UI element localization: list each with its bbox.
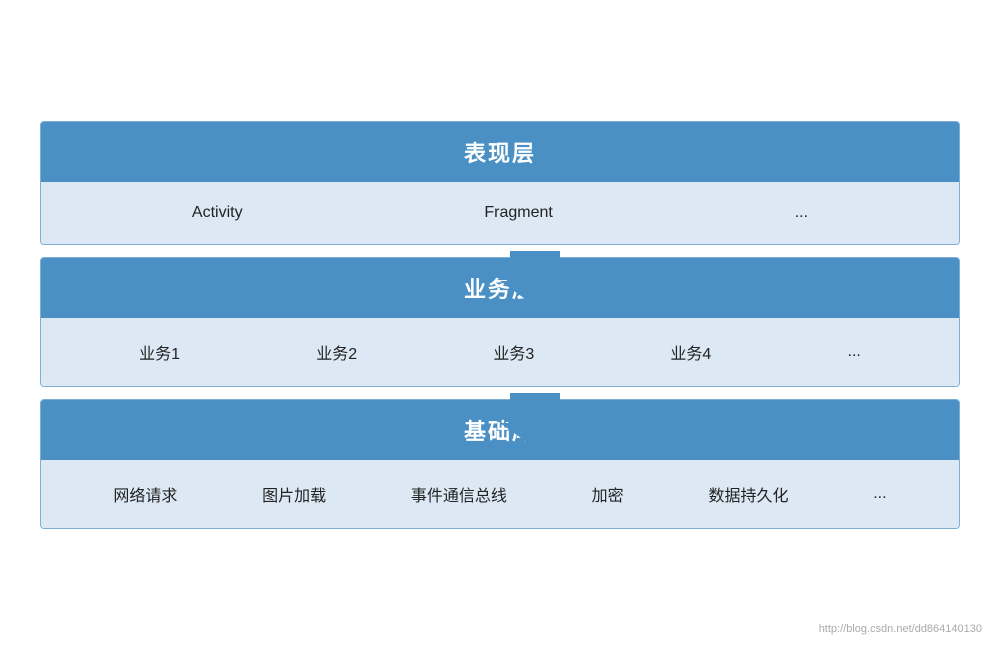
page-wrapper: 表现层 Activity Fragment ... 业务层 业务1 业务2 业务… (0, 0, 1000, 649)
diagram-container: 表现层 Activity Fragment ... 业务层 业务1 业务2 业务… (40, 121, 960, 529)
business-layer-body: 业务1 业务2 业务3 业务4 ... (41, 318, 959, 386)
presentation-item-0: Activity (182, 204, 253, 222)
foundation-layer-body: 网络请求 图片加载 事件通信总线 加密 数据持久化 ... (41, 460, 959, 528)
business-item-2: 业务3 (483, 340, 544, 364)
foundation-item-4: 数据持久化 (698, 482, 798, 506)
business-item-4: ... (838, 343, 871, 361)
business-item-0: 业务1 (129, 340, 190, 364)
presentation-layer-block: 表现层 Activity Fragment ... (40, 121, 960, 245)
presentation-item-2: ... (785, 204, 818, 222)
foundation-item-2: 事件通信总线 (401, 482, 517, 506)
watermark: http://blog.csdn.net/dd864140130 (819, 623, 982, 635)
foundation-item-3: 加密 (582, 482, 634, 506)
business-item-3: 业务4 (660, 340, 721, 364)
foundation-item-1: 图片加载 (252, 482, 336, 506)
presentation-layer-body: Activity Fragment ... (41, 182, 959, 244)
presentation-item-1: Fragment (474, 204, 562, 222)
presentation-layer-title: 表现层 (464, 141, 536, 166)
foundation-item-0: 网络请求 (103, 482, 187, 506)
foundation-item-5: ... (863, 485, 896, 503)
business-item-1: 业务2 (306, 340, 367, 364)
presentation-layer-header: 表现层 (41, 122, 959, 182)
